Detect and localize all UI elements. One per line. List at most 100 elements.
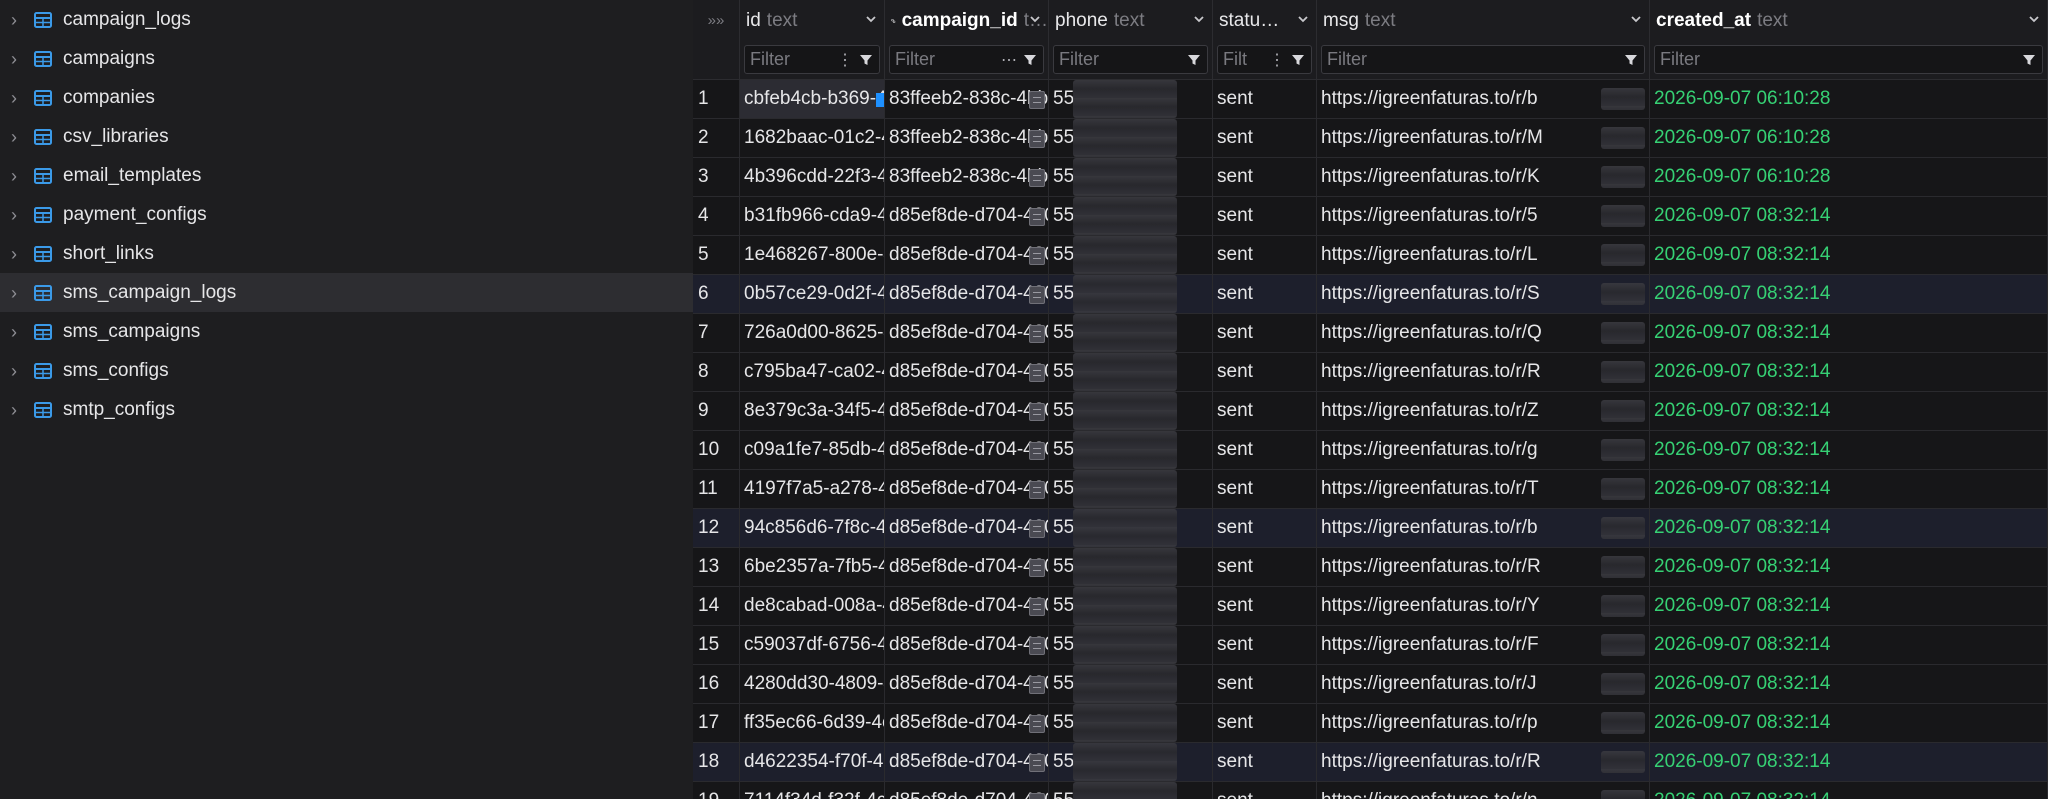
cell-campaign-id[interactable]: d85ef8de-d704-430 [885,548,1049,587]
filter-input[interactable]: Filter [1654,45,2043,74]
cell-id[interactable]: 4b396cdd-22f3-48 [740,158,885,197]
tree-item-sms-campaigns[interactable]: › sms_campaigns [0,312,693,351]
chevron-down-icon[interactable] [1629,12,1643,26]
row-number[interactable]: 7 [693,314,740,353]
cell-campaign-id[interactable]: 83ffeeb2-838c-4bb [885,80,1049,119]
cell-msg[interactable]: https://igreenfaturas.to/r/M [1317,119,1650,158]
table-row[interactable]: 8 c795ba47-ca02-4ad85ef8de-d704-43055 sent… [693,353,2048,392]
row-number[interactable]: 2 [693,119,740,158]
table-row[interactable]: 10 c09a1fe7-85db-40 d85ef8de-d704-430 55 sen… [693,431,2048,470]
cell-msg[interactable]: https://igreenfaturas.to/r/F [1317,626,1650,665]
table-row[interactable]: 12 94c856d6-7f8c-40 d85ef8de-d704-430 55 sen… [693,509,2048,548]
cell-msg[interactable]: https://igreenfaturas.to/r/R [1317,743,1650,782]
cell-status[interactable]: sent [1213,392,1317,431]
cell-campaign-id[interactable]: d85ef8de-d704-430 [885,314,1049,353]
chevron-down-icon[interactable] [1192,12,1206,26]
cell-created-at[interactable]: 2026-09-07 06:10:28 [1650,80,2048,119]
cell-phone[interactable]: 55 [1049,782,1213,799]
chevron-right-icon[interactable]: › [9,284,19,302]
cell-id[interactable]: cbfeb4cb-b369-41 [740,80,885,119]
tree-item-email-templates[interactable]: › email_templates [0,156,693,195]
cell-msg[interactable]: https://igreenfaturas.to/r/K [1317,158,1650,197]
table-row[interactable]: 18 d4622354-f70f-45 d85ef8de-d704-430 55 sen… [693,743,2048,782]
cell-id[interactable]: 4197f7a5-a278-4b [740,470,885,509]
chevron-down-icon[interactable] [864,12,878,26]
cell-phone[interactable]: 55 [1049,197,1213,236]
table-row[interactable]: 3 4b396cdd-22f3-48 83ffeeb2-838c-4bb 55 sent… [693,158,2048,197]
document-icon[interactable] [1029,286,1045,304]
table-row[interactable]: 15 c59037df-6756-48 d85ef8de-d704-430 55 sen… [693,626,2048,665]
row-number[interactable]: 1 [693,80,740,119]
tree-item-sms-campaign-logs[interactable]: › sms_campaign_logs [0,273,693,312]
document-icon[interactable] [1029,442,1045,460]
expand-columns-button[interactable]: »» [693,0,740,41]
cell-phone[interactable]: 55 [1049,431,1213,470]
column-header-id[interactable]: id text [740,0,885,41]
cell-id[interactable]: 7114f34d-f32f-4c4 [740,782,885,799]
tree-item-short-links[interactable]: › short_links [0,234,693,273]
cell-id[interactable]: 1682baac-01c2-43 [740,119,885,158]
document-icon[interactable] [1029,130,1045,148]
cell-phone[interactable]: 55 [1049,743,1213,782]
document-icon[interactable] [1029,559,1045,577]
more-vertical-icon[interactable]: ⋮ [1269,50,1285,70]
cell-status[interactable]: sent [1213,743,1317,782]
document-icon[interactable] [1029,715,1045,733]
cell-created-at[interactable]: 2026-09-07 08:32:14 [1650,275,2048,314]
cell-msg[interactable]: https://igreenfaturas.to/r/T [1317,470,1650,509]
cell-created-at[interactable]: 2026-09-07 08:32:14 [1650,665,2048,704]
cell-msg[interactable]: https://igreenfaturas.to/r/Z [1317,392,1650,431]
cell-msg[interactable]: https://igreenfaturas.to/r/5 [1317,197,1650,236]
row-number[interactable]: 11 [693,470,740,509]
cell-status[interactable]: sent [1213,275,1317,314]
filter-input[interactable]: Filt ⋮ [1217,45,1312,74]
cell-campaign-id[interactable]: d85ef8de-d704-430 [885,509,1049,548]
tree-item-companies[interactable]: › companies [0,78,693,117]
funnel-icon[interactable] [859,53,873,67]
chevron-right-icon[interactable]: › [9,50,19,68]
cell-id[interactable]: 94c856d6-7f8c-40 [740,509,885,548]
filter-input[interactable]: Filter ⋯ [889,45,1044,74]
row-number[interactable]: 3 [693,158,740,197]
cell-phone[interactable]: 55 [1049,587,1213,626]
cell-created-at[interactable]: 2026-09-07 08:32:14 [1650,314,2048,353]
tree-item-campaign-logs[interactable]: › campaign_logs [0,0,693,39]
table-row[interactable]: 17 ff35ec66-6d39-4c d85ef8de-d704-430 55 sen… [693,704,2048,743]
cell-phone[interactable]: 55 [1049,548,1213,587]
tree-item-smtp-configs[interactable]: › smtp_configs [0,390,693,429]
cell-campaign-id[interactable]: d85ef8de-d704-430 [885,470,1049,509]
tree-item-sms-configs[interactable]: › sms_configs [0,351,693,390]
row-number[interactable]: 17 [693,704,740,743]
document-icon[interactable] [1029,676,1045,694]
cell-phone[interactable]: 55 [1049,509,1213,548]
column-header-msg[interactable]: msg text [1317,0,1650,41]
chevron-right-icon[interactable]: › [9,11,19,29]
cell-status[interactable]: sent [1213,782,1317,799]
filter-input[interactable]: Filter [1053,45,1208,74]
row-number[interactable]: 19 [693,782,740,799]
more-horizontal-icon[interactable]: ⋯ [1001,50,1017,70]
cell-campaign-id[interactable]: d85ef8de-d704-430 [885,431,1049,470]
row-number[interactable]: 5 [693,236,740,275]
table-row[interactable]: 7 726a0d00-8625-4 d85ef8de-d704-430 55 sent h… [693,314,2048,353]
document-icon[interactable] [1029,754,1045,772]
cell-msg[interactable]: https://igreenfaturas.to/r/S [1317,275,1650,314]
row-number[interactable]: 9 [693,392,740,431]
cell-campaign-id[interactable]: d85ef8de-d704-430 [885,275,1049,314]
funnel-icon[interactable] [1187,53,1201,67]
cell-id[interactable]: c59037df-6756-48 [740,626,885,665]
cell-status[interactable]: sent [1213,431,1317,470]
chevron-right-icon[interactable]: › [9,206,19,224]
document-icon[interactable] [1029,598,1045,616]
document-icon[interactable] [1029,169,1045,187]
cell-status[interactable]: sent [1213,158,1317,197]
chevron-right-icon[interactable]: › [9,128,19,146]
funnel-icon[interactable] [1023,53,1037,67]
cell-campaign-id[interactable]: d85ef8de-d704-430 [885,236,1049,275]
cell-status[interactable]: sent [1213,587,1317,626]
chevron-right-icon[interactable]: › [9,245,19,263]
column-header-created-at[interactable]: created_at text [1650,0,2048,41]
table-row[interactable]: 11 4197f7a5-a278-4b d85ef8de-d704-430 55 sen… [693,470,2048,509]
cell-created-at[interactable]: 2026-09-07 08:32:14 [1650,587,2048,626]
document-icon[interactable] [1029,481,1045,499]
